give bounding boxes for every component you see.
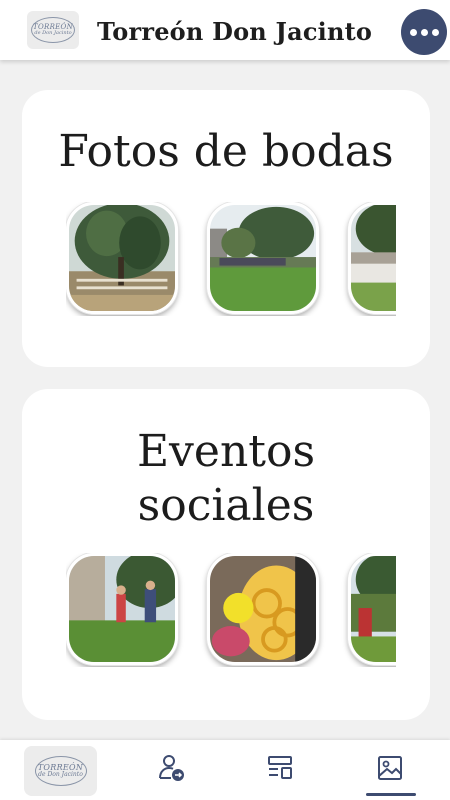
wedding-photo[interactable] bbox=[348, 202, 396, 314]
app-header: TORREÓN de Don Jacinto Torreón Don Jacin… bbox=[0, 0, 450, 60]
section-title-weddings: Fotos de bodas bbox=[58, 126, 394, 177]
weddings-card[interactable]: Fotos de bodas bbox=[22, 90, 430, 367]
more-dots-icon bbox=[431, 28, 439, 36]
logo-line2: de Don Jacinto bbox=[38, 771, 83, 778]
wedding-photo[interactable] bbox=[66, 202, 178, 314]
wedding-photo[interactable] bbox=[207, 202, 319, 314]
logo-emblem: TORREÓN de Don Jacinto bbox=[31, 17, 75, 43]
logo-line2: de Don Jacinto bbox=[34, 30, 72, 36]
more-dots-icon bbox=[409, 28, 417, 36]
active-tab-indicator bbox=[366, 793, 416, 796]
bottom-navigation: TORREÓN de Don Jacinto bbox=[0, 740, 450, 800]
logo-emblem: TORREÓN de Don Jacinto bbox=[34, 756, 87, 786]
more-dots-icon bbox=[420, 28, 428, 36]
social-events-photo-carousel[interactable] bbox=[66, 553, 396, 667]
social-event-photo[interactable] bbox=[207, 553, 319, 665]
layout-icon bbox=[268, 756, 292, 779]
header-logo[interactable]: TORREÓN de Don Jacinto bbox=[27, 11, 79, 49]
weddings-photo-carousel[interactable] bbox=[66, 202, 396, 316]
image-icon bbox=[378, 756, 402, 780]
section-title-social-events: Eventos sociales bbox=[136, 426, 316, 531]
nav-item-layout[interactable] bbox=[264, 752, 296, 784]
social-event-photo[interactable] bbox=[348, 553, 396, 665]
social-events-card[interactable]: Eventos sociales bbox=[22, 389, 430, 720]
nav-item-gallery[interactable] bbox=[374, 752, 406, 784]
social-event-photo[interactable] bbox=[66, 553, 178, 665]
user-arrow-icon bbox=[159, 755, 184, 781]
nav-home-logo[interactable]: TORREÓN de Don Jacinto bbox=[24, 746, 97, 796]
app-title: Torreón Don Jacinto bbox=[97, 17, 373, 46]
more-menu-button[interactable] bbox=[401, 9, 447, 55]
nav-item-users[interactable] bbox=[155, 752, 187, 784]
